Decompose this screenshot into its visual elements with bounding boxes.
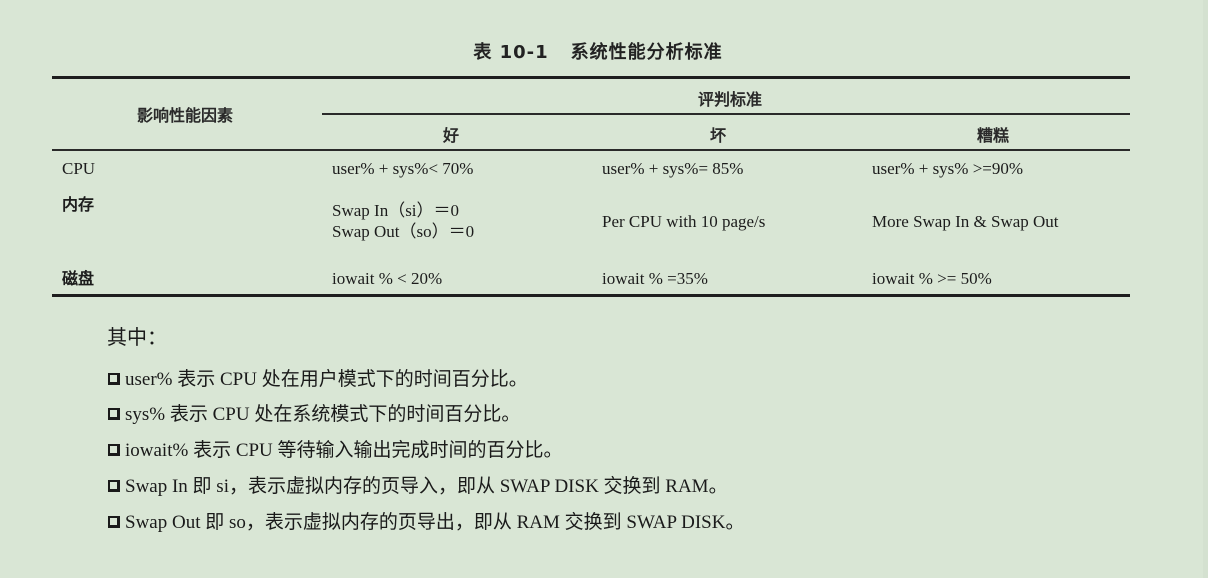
note-item: Swap In 即 si，表示虚拟内存的页导入，即从 SWAP DISK 交换到… <box>108 471 728 498</box>
note-item: sys% 表示 CPU 处在系统模式下的时间百分比。 <box>108 399 520 426</box>
row-good: user% + sys%< 70% <box>332 159 474 178</box>
header-terrible: 糟糕 <box>976 126 1010 145</box>
row-good-line-1: Swap In（si）＝0 <box>332 201 460 220</box>
row-good-line-2: Swap Out（so）＝0 <box>332 222 475 241</box>
note-item: user% 表示 CPU 处在用户模式下的时间百分比。 <box>108 364 528 391</box>
row-factor: 磁盘 <box>62 269 95 288</box>
note-text: sys% 表示 CPU 处在系统模式下的时间百分比。 <box>125 404 521 425</box>
table-top-rule <box>52 76 1130 79</box>
checkbox-square-icon <box>108 479 120 492</box>
note-text: Swap In 即 si，表示虚拟内存的页导入，即从 SWAP DISK 交换到… <box>125 476 728 497</box>
header-criteria-group: 评判标准 <box>697 90 763 109</box>
header-good: 好 <box>442 126 460 145</box>
table-number: 表 10-1 <box>473 42 549 63</box>
note-text: user% 表示 CPU 处在用户模式下的时间百分比。 <box>125 369 528 390</box>
note-item: iowait% 表示 CPU 等待输入输出完成时间的百分比。 <box>108 435 563 462</box>
table-bottom-rule <box>52 294 1130 297</box>
row-terrible: More Swap In & Swap Out <box>872 212 1059 231</box>
note-item: Swap Out 即 so，表示虚拟内存的页导出，即从 RAM 交换到 SWAP… <box>108 507 744 534</box>
row-bad: Per CPU with 10 page/s <box>602 212 766 231</box>
checkbox-square-icon <box>108 407 120 420</box>
row-factor: CPU <box>62 159 96 178</box>
row-terrible: iowait % >= 50% <box>872 269 992 288</box>
table-title: 系统性能分析标准 <box>570 42 723 63</box>
table-caption: 表 10-1 系统性能分析标准 <box>0 38 1196 64</box>
note-text: Swap Out 即 so，表示虚拟内存的页导出，即从 RAM 交换到 SWAP… <box>125 512 745 533</box>
row-good: iowait % < 20% <box>332 269 443 288</box>
header-bottom-rule <box>52 149 1130 151</box>
page-edge <box>1203 0 1208 578</box>
checkbox-square-icon <box>108 515 120 528</box>
header-factor: 影响性能因素 <box>136 106 234 125</box>
criteria-group-rule <box>322 113 1130 115</box>
note-text: iowait% 表示 CPU 等待输入输出完成时间的百分比。 <box>125 440 563 461</box>
notes-intro: 其中： <box>107 325 167 349</box>
row-bad: iowait % =35% <box>602 269 708 288</box>
checkbox-square-icon <box>108 443 120 456</box>
header-bad: 坏 <box>709 126 727 145</box>
row-factor: 内存 <box>62 195 95 214</box>
row-terrible: user% + sys% >=90% <box>872 159 1024 178</box>
row-bad: user% + sys%= 85% <box>602 159 744 178</box>
checkbox-square-icon <box>108 372 120 385</box>
